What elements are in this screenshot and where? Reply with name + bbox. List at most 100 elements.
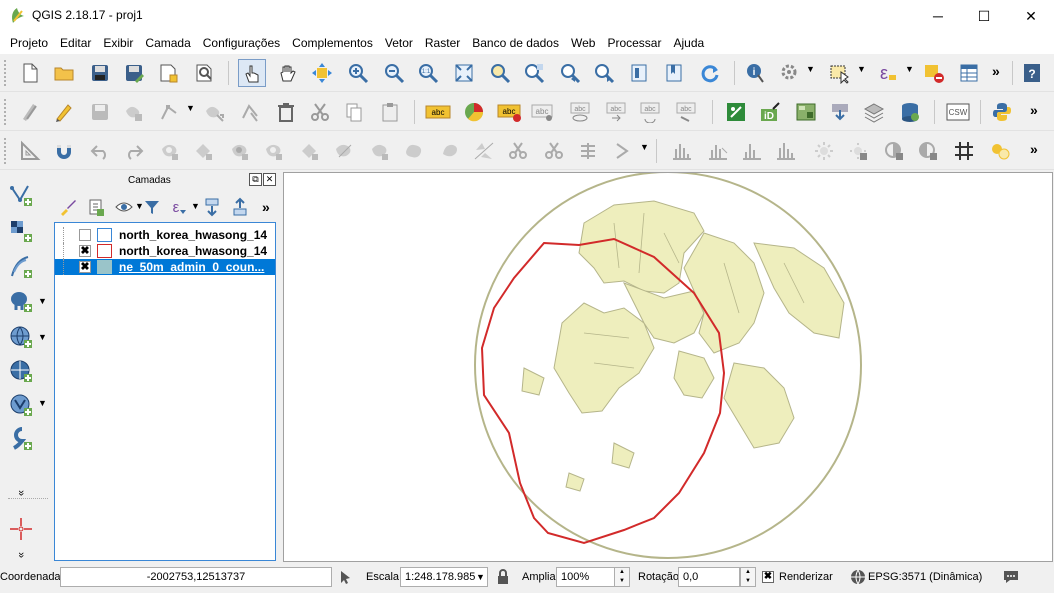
zoom-native-resolution-button[interactable]: 1:1	[414, 59, 442, 87]
layer-symbol-swatch[interactable]	[97, 244, 112, 258]
toggle-editing-button[interactable]	[50, 98, 78, 126]
fill-ring-button[interactable]	[226, 137, 254, 165]
layer-row-selected[interactable]: ✖ ne_50m_admin_0_coun...	[55, 259, 275, 275]
offset-curve-button[interactable]	[366, 137, 394, 165]
metasearch-csw-button[interactable]: CSW	[944, 98, 972, 126]
increase-contrast-button[interactable]	[880, 137, 908, 165]
map-canvas[interactable]	[283, 171, 1053, 562]
add-postgis-layer-button[interactable]	[6, 286, 36, 316]
zoom-to-selection-button[interactable]	[486, 59, 514, 87]
merge-attributes-button[interactable]	[574, 137, 602, 165]
raster-histogram-button[interactable]	[668, 137, 696, 165]
snapping-button[interactable]	[50, 137, 78, 165]
python-console-button[interactable]	[988, 98, 1016, 126]
pan-map-button[interactable]	[274, 59, 302, 87]
highlight-pinned-labels-button[interactable]: abc	[530, 98, 558, 126]
cut-features-button[interactable]	[306, 98, 334, 126]
zoom-out-button[interactable]	[380, 59, 408, 87]
layer-visibility-checkbox[interactable]: ✖	[79, 261, 91, 273]
menu-vetor[interactable]: Vetor	[379, 32, 419, 54]
minimize-button[interactable]: ─	[915, 0, 961, 32]
select-by-expression-button[interactable]: ε	[872, 59, 900, 87]
pan-to-selection-button[interactable]	[308, 59, 336, 87]
menu-projeto[interactable]: Projeto	[4, 32, 54, 54]
toolbar-grip[interactable]	[4, 138, 8, 164]
panel-float-button[interactable]: ⧉	[249, 173, 262, 186]
new-map-view-button[interactable]	[626, 59, 654, 87]
touch-zoom-pan-button[interactable]	[238, 59, 266, 87]
identify-features-button[interactable]: i	[742, 59, 770, 87]
toolbar-grip[interactable]	[4, 60, 8, 86]
add-feature-button[interactable]	[120, 98, 148, 126]
simplify-feature-button[interactable]	[400, 137, 428, 165]
reshape-features-button[interactable]	[330, 137, 358, 165]
toolbar-overflow-chevron[interactable]: »	[992, 63, 1000, 79]
paste-features-button[interactable]	[376, 98, 404, 126]
split-features-button[interactable]	[470, 137, 498, 165]
rotation-field[interactable]: 0,0	[678, 567, 740, 587]
composer-manager-button[interactable]	[190, 59, 218, 87]
filter-legend-button[interactable]	[140, 194, 164, 220]
zoom-to-layer-button[interactable]	[520, 59, 548, 87]
save-layer-edits-button[interactable]	[86, 98, 114, 126]
menu-complementos[interactable]: Complementos	[286, 32, 379, 54]
close-button[interactable]: ✕	[1008, 0, 1054, 32]
layer-symbol-swatch[interactable]	[97, 228, 112, 242]
coordinate-display[interactable]: -2002753,12513737	[60, 567, 332, 587]
rotate-label-button[interactable]: abc	[636, 98, 664, 126]
merge-features-button[interactable]	[540, 137, 568, 165]
filter-by-expression-button[interactable]: ε	[166, 194, 190, 220]
plugin-id-button[interactable]: iD	[756, 98, 784, 126]
redo-button[interactable]	[120, 137, 148, 165]
current-edits-button[interactable]	[16, 98, 44, 126]
help-button[interactable]: ?	[1018, 59, 1046, 87]
coordinate-toggle-button[interactable]	[338, 569, 354, 588]
copy-features-button[interactable]	[340, 98, 368, 126]
menu-configuracoes[interactable]: Configurações	[197, 32, 286, 54]
add-part-button[interactable]	[190, 137, 218, 165]
scale-dropdown-arrow[interactable]: ▼	[476, 572, 485, 582]
menu-raster[interactable]: Raster	[419, 32, 466, 54]
manage-visibility-button[interactable]	[112, 194, 136, 220]
raster-full-stretch-button[interactable]	[772, 137, 800, 165]
add-raster-layer-button[interactable]	[6, 216, 36, 246]
select-dropdown-arrow[interactable]: ▼	[857, 64, 866, 74]
add-group-button[interactable]	[84, 194, 108, 220]
split-parts-button[interactable]	[504, 137, 532, 165]
move-label-button[interactable]: abc	[602, 98, 630, 126]
layer-styling-button[interactable]	[56, 194, 80, 220]
wms-dropdown-arrow[interactable]: ▼	[38, 332, 47, 342]
add-ring-button[interactable]	[156, 137, 184, 165]
panel-close-button[interactable]: ✕	[263, 173, 276, 186]
rotation-spinner[interactable]: ▲ ▼	[740, 567, 756, 587]
layers-stack-button[interactable]	[860, 98, 888, 126]
menu-editar[interactable]: Editar	[54, 32, 97, 54]
decrease-contrast-button[interactable]	[914, 137, 942, 165]
layer-visibility-checkbox[interactable]: ✖	[79, 245, 91, 257]
undo-button[interactable]	[86, 137, 114, 165]
menu-camada[interactable]: Camada	[139, 32, 196, 54]
toolbar-grip[interactable]	[4, 99, 8, 125]
raster-local-stretch-button[interactable]	[738, 137, 766, 165]
new-project-button[interactable]	[16, 59, 44, 87]
panel-toolbar-overflow-chevron[interactable]: »	[262, 199, 270, 215]
menu-web[interactable]: Web	[565, 32, 601, 54]
zoom-next-button[interactable]	[590, 59, 618, 87]
graticule-button[interactable]	[950, 137, 978, 165]
download-plugin-button[interactable]	[826, 98, 854, 126]
change-label-button[interactable]: abc	[672, 98, 700, 126]
menu-banco-de-dados[interactable]: Banco de dados	[466, 32, 565, 54]
crs-label[interactable]: EPSG:3571 (Dinâmica)	[868, 571, 982, 583]
action-dropdown-arrow[interactable]: ▼	[806, 64, 815, 74]
node-dropdown-arrow[interactable]: ▼	[186, 103, 195, 113]
add-wms-layer-button[interactable]	[6, 322, 36, 352]
run-feature-action-button[interactable]	[776, 59, 804, 87]
plugin-misc-button[interactable]	[986, 137, 1014, 165]
zoom-last-button[interactable]	[556, 59, 584, 87]
move-feature-button[interactable]	[200, 98, 228, 126]
magnifier-spinner[interactable]: ▲ ▼	[614, 567, 630, 587]
add-delimited-text-layer-button[interactable]	[6, 252, 36, 282]
delete-selected-button[interactable]	[272, 98, 300, 126]
save-project-button[interactable]	[86, 59, 114, 87]
messages-button[interactable]	[1002, 569, 1020, 588]
